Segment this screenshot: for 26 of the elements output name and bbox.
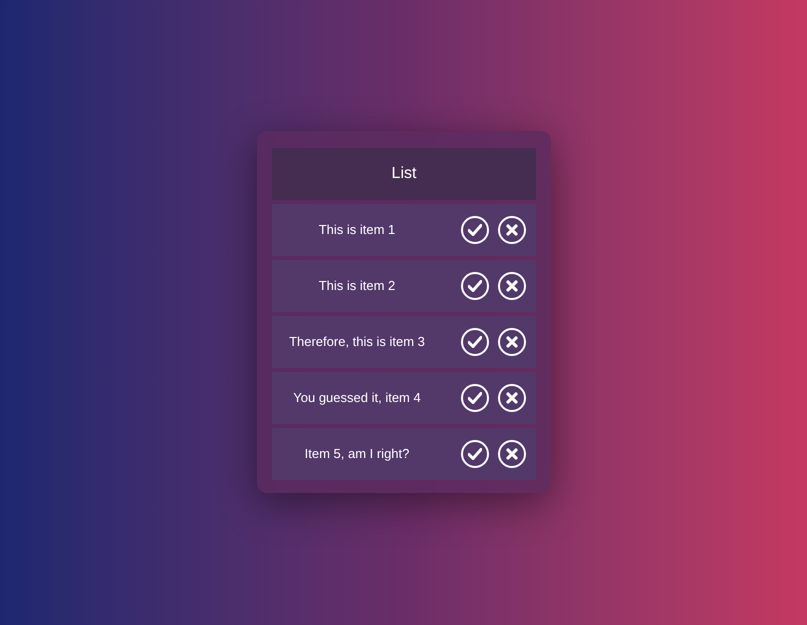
item-text: This is item 1 [318, 221, 396, 240]
check-icon [468, 392, 482, 404]
check-button[interactable] [461, 272, 489, 300]
close-icon [506, 392, 518, 404]
close-icon [506, 280, 518, 292]
delete-button[interactable] [498, 440, 526, 468]
check-icon [468, 448, 482, 460]
check-button[interactable] [461, 328, 489, 356]
check-button[interactable] [461, 384, 489, 412]
item-text: Therefore, this is item 3 [288, 333, 426, 352]
item-text: This is item 2 [318, 277, 396, 296]
check-button[interactable] [461, 216, 489, 244]
check-icon [468, 336, 482, 348]
delete-button[interactable] [498, 272, 526, 300]
close-icon [506, 336, 518, 348]
check-icon [468, 280, 482, 292]
close-icon [506, 448, 518, 460]
check-icon [468, 224, 482, 236]
item-text: You guessed it, item 4 [292, 389, 422, 408]
delete-button[interactable] [498, 328, 526, 356]
delete-button[interactable] [498, 384, 526, 412]
check-button[interactable] [461, 440, 489, 468]
delete-button[interactable] [498, 216, 526, 244]
close-icon [506, 224, 518, 236]
list-header: List [272, 148, 536, 200]
item-text: Item 5, am I right? [304, 445, 410, 464]
